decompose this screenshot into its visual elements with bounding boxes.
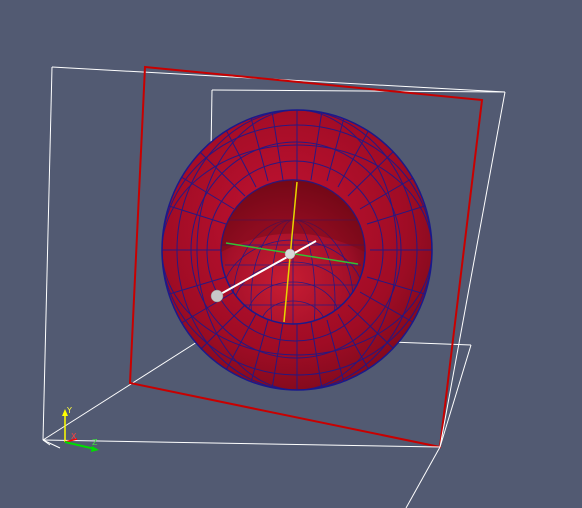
3d-scene[interactable] [0,0,582,508]
spherical-shell [161,109,433,391]
axis-label-z: Z [92,438,98,447]
render-viewport[interactable]: Y X Z [0,0,582,508]
axis-label-y: Y [67,406,72,415]
axis-label-x: X [71,432,77,441]
